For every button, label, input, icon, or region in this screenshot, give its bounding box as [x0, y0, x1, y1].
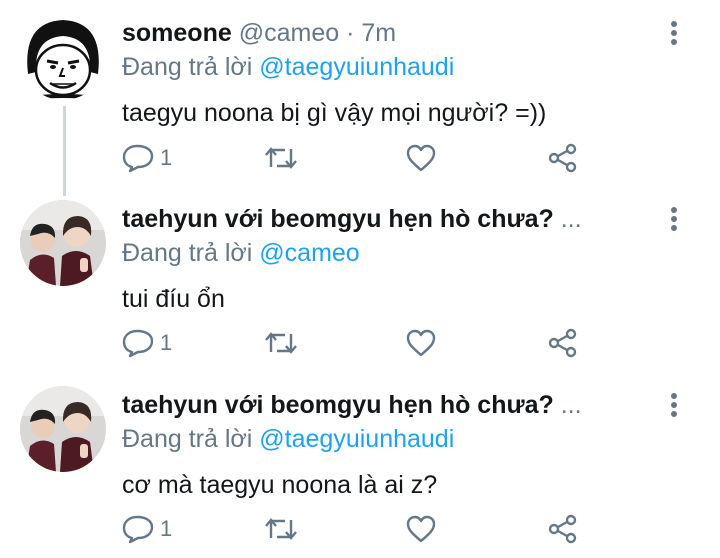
reply-count: 1 — [160, 516, 173, 541]
avatar[interactable] — [20, 14, 106, 100]
tweet-text: cơ mà taegyu noona là ai z? — [122, 471, 438, 499]
reply-icon — [122, 515, 154, 544]
replying-to-link[interactable]: @cameo — [259, 239, 359, 267]
more-vertical-icon[interactable] — [664, 390, 684, 420]
like-button[interactable] — [406, 141, 436, 175]
tweet-header: taehyun với beomgyu hẹn hò chưa? ... — [122, 390, 660, 420]
tweet-text: taegyu noona bị gì vậy mọi người? =)) — [122, 99, 547, 127]
user-handle[interactable]: @cameo — [239, 19, 339, 47]
reply-icon — [122, 329, 154, 358]
like-icon — [406, 515, 436, 543]
display-name[interactable]: taehyun với beomgyu hẹn hò chưa? — [122, 205, 554, 233]
tweet-actions: 1 — [122, 141, 592, 175]
more-vertical-icon[interactable] — [664, 18, 684, 48]
reply-count: 1 — [160, 145, 173, 170]
display-name[interactable]: taehyun với beomgyu hẹn hò chưa? — [122, 391, 554, 419]
avatar[interactable] — [20, 200, 106, 286]
replying-to: Đang trả lời @cameo — [122, 236, 660, 270]
share-icon — [548, 328, 577, 358]
share-button[interactable] — [548, 326, 578, 360]
share-icon — [548, 143, 577, 173]
like-button[interactable] — [406, 326, 436, 360]
replying-to: Đang trả lời @taegyuiunhaudi — [122, 422, 660, 456]
share-button[interactable] — [548, 141, 578, 175]
retweet-button[interactable] — [264, 141, 298, 175]
tweet-header: someone @cameo · 7m — [122, 18, 660, 48]
reply-button[interactable]: 1 — [122, 326, 172, 360]
reply-button[interactable]: 1 — [122, 141, 172, 175]
avatar[interactable] — [20, 386, 106, 472]
like-button[interactable] — [406, 512, 436, 546]
like-icon — [406, 144, 436, 172]
replying-to-link[interactable]: @taegyuiunhaudi — [259, 53, 454, 81]
like-icon — [406, 329, 436, 357]
replying-to-label: Đang trả lời — [122, 239, 253, 267]
retweet-icon — [265, 518, 297, 540]
replying-to-label: Đang trả lời — [122, 425, 253, 453]
reply-count: 1 — [160, 330, 173, 355]
tweet-header: taehyun với beomgyu hẹn hò chưa? ... — [122, 204, 660, 234]
replying-to-link[interactable]: @taegyuiunhaudi — [259, 425, 454, 453]
replying-to: Đang trả lời @taegyuiunhaudi — [122, 50, 660, 84]
retweet-button[interactable] — [264, 326, 298, 360]
tweet[interactable]: taehyun với beomgyu hẹn hò chưa? ... Đan… — [0, 186, 720, 372]
name-truncation: ... — [560, 205, 582, 233]
tweet-text: tui đíu ổn — [122, 285, 225, 313]
tweet-actions: 1 — [122, 512, 592, 546]
reply-icon — [122, 144, 154, 173]
reply-button[interactable]: 1 — [122, 512, 172, 546]
retweet-icon — [265, 332, 297, 354]
replying-to-label: Đang trả lời — [122, 53, 253, 81]
more-vertical-icon[interactable] — [664, 204, 684, 234]
share-button[interactable] — [548, 512, 578, 546]
display-name[interactable]: someone — [122, 19, 232, 47]
timestamp[interactable]: · 7m — [346, 19, 396, 47]
tweet[interactable]: someone @cameo · 7m Đang trả lời @taegyu… — [0, 0, 720, 186]
tweet[interactable]: taehyun với beomgyu hẹn hò chưa? ... Đan… — [0, 372, 720, 558]
name-truncation: ... — [560, 391, 582, 419]
share-icon — [548, 514, 577, 544]
tweet-actions: 1 — [122, 326, 592, 360]
retweet-icon — [265, 147, 297, 169]
retweet-button[interactable] — [264, 512, 298, 546]
